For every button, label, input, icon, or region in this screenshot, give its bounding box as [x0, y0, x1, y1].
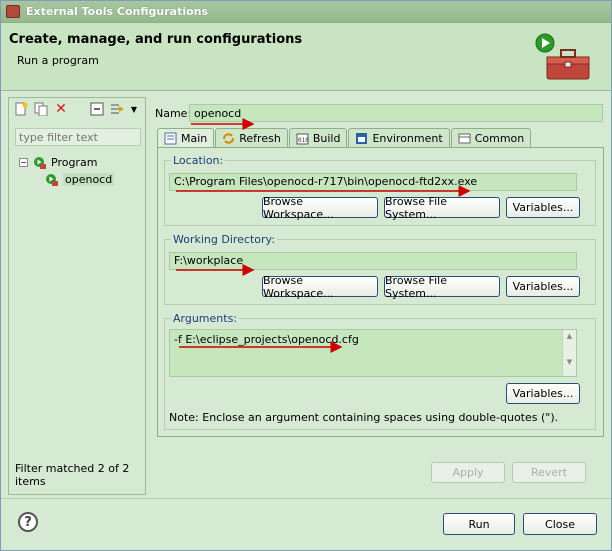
tab-label: Build	[312, 131, 341, 145]
external-tools-dialog: External Tools Configurations Create, ma…	[0, 0, 612, 551]
tab-label: Refresh	[239, 131, 281, 145]
location-group: Location: C:\Program Files\openocd-r717\…	[164, 154, 596, 226]
wd-browse-workspace-button[interactable]: Browse Workspace...	[262, 274, 378, 300]
footer-separator	[1, 498, 611, 499]
tree-item-program[interactable]: − Program	[19, 154, 114, 171]
tab-common[interactable]: Common	[450, 128, 532, 147]
name-label: Name:	[155, 107, 192, 120]
filter-input[interactable]	[15, 128, 141, 146]
location-field[interactable]: C:\Program Files\openocd-r717\bin\openoc…	[169, 173, 577, 191]
header-title: Create, manage, and run configurations	[9, 32, 303, 47]
external-tool-icon	[46, 173, 58, 186]
working-directory-field[interactable]: F:\workplace	[169, 252, 577, 270]
configuration-list-panel: ✕ ▼ − Program	[8, 97, 146, 495]
name-field[interactable]	[189, 104, 603, 122]
scroll-up-icon[interactable]: ▲	[563, 332, 576, 340]
refresh-icon	[223, 132, 235, 144]
run-button[interactable]: Run	[443, 513, 515, 535]
tab-environment[interactable]: Environment	[348, 128, 450, 147]
location-variables-button[interactable]: Variables...	[506, 197, 580, 218]
location-label: Location:	[171, 154, 226, 167]
title-bar: External Tools Configurations	[1, 1, 611, 23]
close-button[interactable]: Close	[523, 513, 597, 535]
tab-label: Common	[474, 131, 525, 145]
main-tab-icon	[164, 132, 177, 145]
collapse-toggle-icon[interactable]: −	[19, 158, 28, 167]
help-icon[interactable]: ?	[18, 512, 38, 532]
tab-label: Environment	[372, 131, 443, 145]
arguments-value: -f E:\eclipse_projects\openocd.cfg	[174, 333, 359, 346]
scroll-down-icon[interactable]: ▼	[563, 358, 576, 366]
tab-label: Main	[181, 132, 208, 145]
configuration-editor: Name: Main Refresh 010 Build Environment…	[153, 97, 606, 495]
tree-item-label: openocd	[63, 173, 115, 186]
location-browse-file-system-button[interactable]: Browse File System...	[384, 195, 500, 221]
arguments-field[interactable]: -f E:\eclipse_projects\openocd.cfg ▲ ▼	[169, 329, 577, 377]
tab-main[interactable]: Main	[157, 128, 215, 148]
working-directory-label: Working Directory:	[171, 233, 277, 246]
arguments-variables-button[interactable]: Variables...	[506, 383, 580, 404]
wd-browse-file-system-button[interactable]: Browse File System...	[384, 274, 500, 300]
delete-config-icon[interactable]: ✕	[53, 101, 69, 117]
filter-menu-icon[interactable]	[109, 101, 125, 117]
tab-refresh[interactable]: Refresh	[215, 128, 288, 147]
toolbox-run-icon	[535, 33, 590, 80]
toolbar-dropdown-icon[interactable]: ▼	[126, 101, 142, 117]
collapse-all-icon[interactable]	[89, 101, 105, 117]
apply-button[interactable]: Apply	[431, 462, 505, 483]
arguments-group: Arguments: -f E:\eclipse_projects\openoc…	[164, 312, 596, 430]
program-run-icon	[34, 156, 46, 169]
arguments-label: Arguments:	[171, 312, 240, 325]
environment-icon	[356, 132, 368, 144]
tree-item-label: Program	[51, 156, 98, 169]
tree-item-openocd[interactable]: openocd	[19, 171, 115, 188]
location-browse-workspace-button[interactable]: Browse Workspace...	[262, 195, 378, 221]
arguments-note: Note: Enclose an argument containing spa…	[169, 411, 559, 424]
new-config-icon[interactable]	[13, 101, 29, 117]
revert-button[interactable]: Revert	[512, 462, 586, 483]
toolbox-app-icon	[6, 5, 20, 18]
main-tab-content: Location: C:\Program Files\openocd-r717\…	[157, 147, 604, 437]
header-subtitle: Run a program	[17, 54, 99, 67]
arguments-scrollbar[interactable]: ▲ ▼	[562, 330, 576, 376]
config-tabs: Main Refresh 010 Build Environment Commo…	[157, 128, 532, 148]
window-title: External Tools Configurations	[26, 5, 209, 18]
tab-build[interactable]: 010 Build	[288, 128, 348, 147]
duplicate-config-icon[interactable]	[33, 101, 49, 117]
config-toolbar: ✕ ▼	[9, 98, 145, 120]
svg-text:010: 010	[298, 137, 309, 144]
filter-status: Filter matched 2 of 2 items	[15, 462, 130, 488]
dialog-header: Create, manage, and run configurations R…	[1, 23, 611, 91]
build-icon: 010	[296, 133, 309, 144]
common-icon	[458, 133, 471, 143]
config-tree: − Program openocd	[19, 154, 115, 188]
wd-variables-button[interactable]: Variables...	[506, 276, 580, 297]
working-directory-group: Working Directory: F:\workplace Browse W…	[164, 233, 596, 305]
